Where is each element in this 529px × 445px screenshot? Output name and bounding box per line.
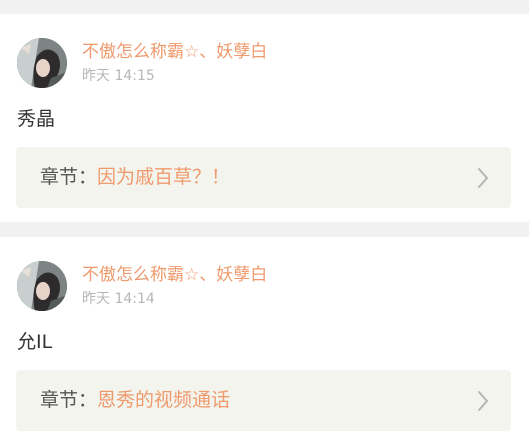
- username[interactable]: 不傲怎么称霸☆、妖孽白: [82, 264, 267, 286]
- chapter-title: 因为戚百草？！: [97, 166, 231, 188]
- comment-text: 秀晶: [17, 108, 56, 130]
- chapter-link[interactable]: 章节：因为戚百草？！: [16, 147, 511, 208]
- timestamp: 昨天 14:14: [82, 291, 155, 307]
- chevron-right-icon: [478, 168, 488, 188]
- chapter-label: 章节：恩秀的视频通话: [40, 387, 230, 413]
- comment-feed: 不傲怎么称霸☆、妖孽白 昨天 14:15 秀晶 章节：因为戚百草？！ 不傲怎么称…: [0, 0, 529, 445]
- username[interactable]: 不傲怎么称霸☆、妖孽白: [82, 41, 267, 63]
- chapter-title: 恩秀的视频通话: [97, 389, 231, 411]
- chapter-link[interactable]: 章节：恩秀的视频通话: [16, 370, 511, 431]
- avatar-photo-icon: [17, 261, 67, 311]
- chapter-prefix: 章节：: [40, 389, 98, 411]
- comment-card: 不傲怎么称霸☆、妖孽白 昨天 14:15 秀晶 章节：因为戚百草？！: [0, 14, 529, 222]
- timestamp: 昨天 14:15: [82, 68, 155, 84]
- chapter-prefix: 章节：: [40, 166, 98, 188]
- chapter-label: 章节：因为戚百草？！: [40, 164, 230, 190]
- avatar-photo-icon: [17, 38, 67, 88]
- user-avatar[interactable]: [17, 261, 67, 311]
- user-avatar[interactable]: [17, 38, 67, 88]
- chevron-right-icon: [478, 391, 488, 411]
- comment-card: 不傲怎么称霸☆、妖孽白 昨天 14:14 允IL 章节：恩秀的视频通话: [0, 237, 529, 445]
- comment-text: 允IL: [17, 331, 53, 353]
